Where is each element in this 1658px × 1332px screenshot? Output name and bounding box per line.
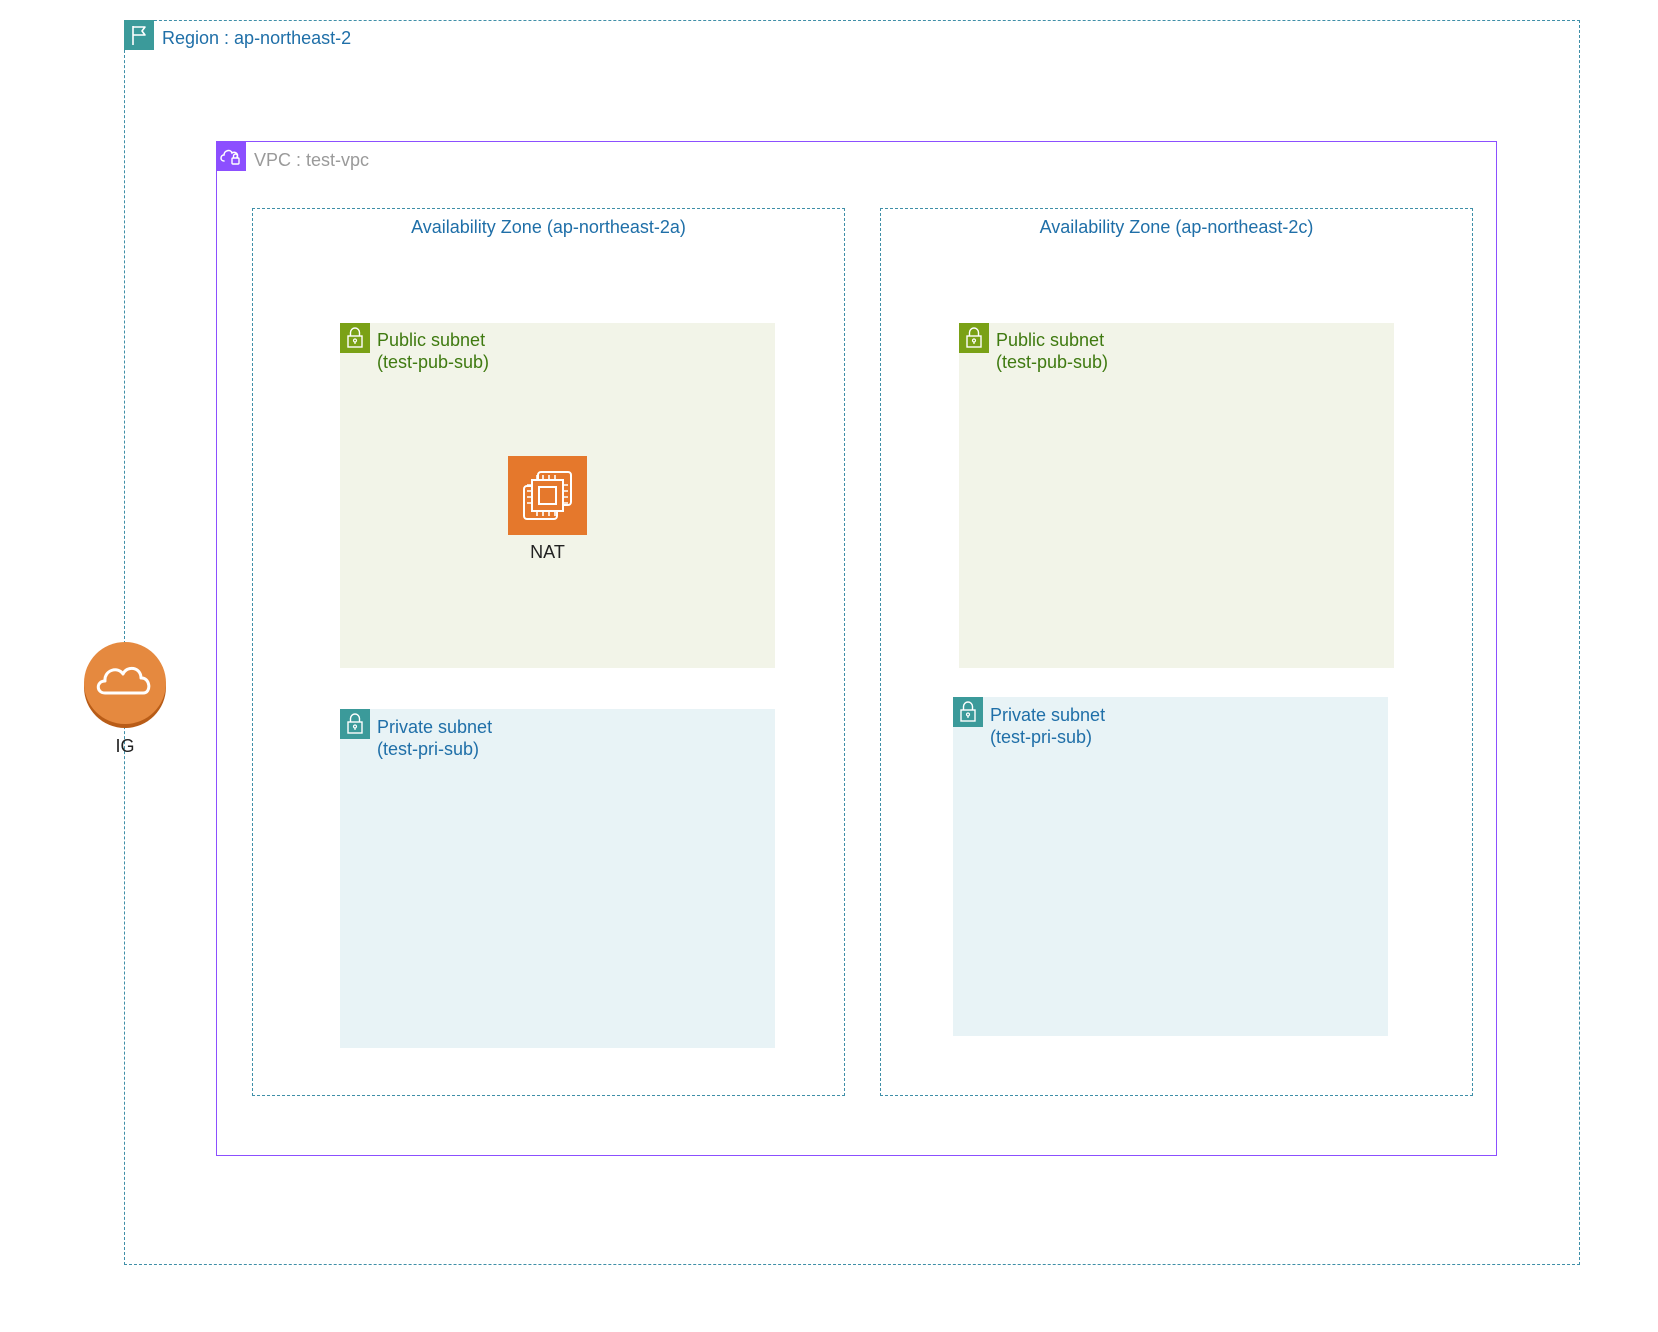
lock-icon <box>340 323 370 353</box>
lock-icon <box>959 323 989 353</box>
public-subnet-c-label: Public subnet (test-pub-sub) <box>996 329 1108 373</box>
private-subnet-c-name: (test-pri-sub) <box>990 727 1093 747</box>
availability-zone-a-label: Availability Zone (ap-northeast-2a) <box>411 217 686 237</box>
internet-gateway-label: IG <box>115 736 135 756</box>
availability-zone-c-label: Availability Zone (ap-northeast-2c) <box>1039 217 1314 237</box>
public-subnet-c-name: (test-pub-sub) <box>996 352 1109 372</box>
vpc-label: VPC : test-vpc <box>254 150 370 170</box>
private-subnet-a-label: Private subnet (test-pri-sub) <box>377 716 492 760</box>
vpc-cloud-icon <box>216 141 246 171</box>
ec2-instance-icon <box>508 456 587 535</box>
private-subnet-c-title: Private subnet <box>990 705 1106 725</box>
nat-label: NAT <box>530 542 565 562</box>
private-subnet-a-name: (test-pri-sub) <box>377 739 480 759</box>
public-subnet-c <box>959 323 1394 668</box>
region-label: Region : ap-northeast-2 <box>162 28 352 48</box>
lock-icon <box>953 697 983 727</box>
private-subnet-c-label: Private subnet (test-pri-sub) <box>990 704 1105 748</box>
cloud-icon <box>83 641 167 729</box>
private-subnet-a-title: Private subnet <box>377 717 493 737</box>
flag-icon <box>124 20 154 50</box>
lock-icon <box>340 709 370 739</box>
public-subnet-c-title: Public subnet <box>996 330 1105 350</box>
public-subnet-a-title: Public subnet <box>377 330 486 350</box>
public-subnet-a-label: Public subnet (test-pub-sub) <box>377 329 489 373</box>
public-subnet-a-name: (test-pub-sub) <box>377 352 490 372</box>
